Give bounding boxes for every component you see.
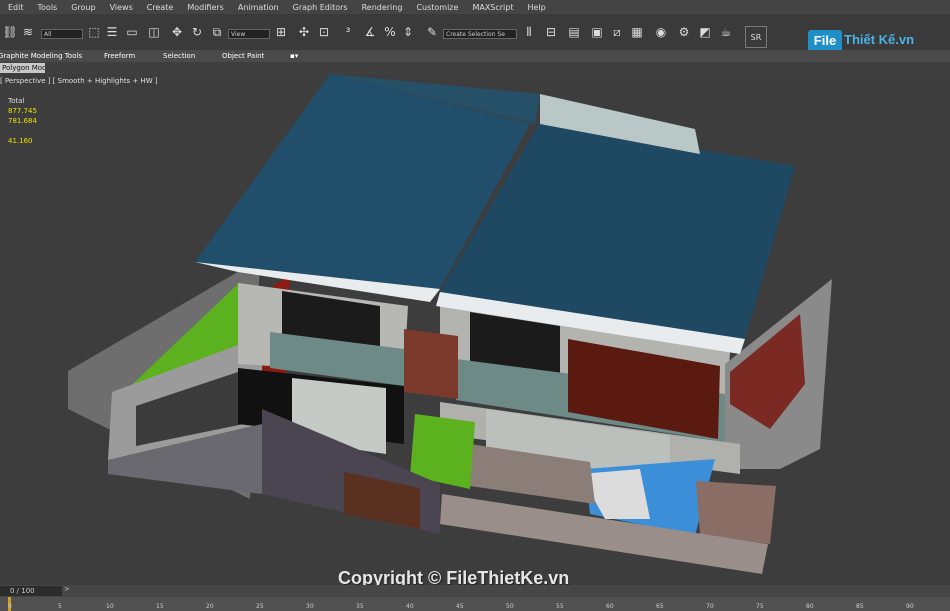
time-slider[interactable]: 0 / 100 > [0,585,950,597]
render-setup-icon[interactable]: ⚙ [676,24,692,40]
next-frame-arrow[interactable]: > [64,585,70,593]
time-slider-thumb[interactable]: 0 / 100 [0,586,62,596]
tab-graphite-modeling-tools[interactable]: Graphite Modeling Tools [0,52,82,60]
menu-customize[interactable]: Customize [416,3,458,12]
schematic-view-icon[interactable]: ▦ [629,24,645,40]
ribbon-options-icon[interactable]: ▪▾ [290,52,298,60]
ruler-tick: 45 [456,603,464,610]
select-object-icon[interactable]: ⬚ [86,24,102,40]
ruler-tick: 50 [506,603,514,610]
menu-group[interactable]: Group [71,3,95,12]
pergola [404,329,458,399]
curve-editor-icon[interactable]: ⧄ [609,24,625,40]
window-crossing-icon[interactable]: ◫ [146,24,162,40]
render-teapot-icon[interactable]: ☕ [718,24,734,40]
menu-graph-editors[interactable]: Graph Editors [293,3,348,12]
ruler-tick: 10 [106,603,114,610]
tab-freeform[interactable]: Freeform [104,52,135,60]
angle-snap-icon[interactable]: ∡ [362,24,378,40]
ruler-tick: 55 [556,603,564,610]
ruler-tick: 40 [406,603,414,610]
bind-spacewarp-icon[interactable]: ≋ [20,24,36,40]
statistics-overlay: Total 877.745 781.684 41.160 [8,96,37,146]
logo-text: Thiết Kế.vn [844,32,915,47]
menu-help[interactable]: Help [528,3,546,12]
ruler-tick: 15 [156,603,164,610]
link-icon[interactable]: ⛓ [2,24,18,40]
menu-modifiers[interactable]: Modifiers [187,3,224,12]
ruler-tick: 85 [856,603,864,610]
select-by-name-icon[interactable]: ☰ [104,24,120,40]
rectangular-selection-icon[interactable]: ▭ [124,24,140,40]
select-manipulate-icon[interactable]: ✣ [296,24,312,40]
rendered-frame-icon[interactable]: ◩ [697,24,713,40]
menu-create[interactable]: Create [147,3,174,12]
menu-maxscript[interactable]: MAXScript [472,3,513,12]
ruler-tick: 30 [306,603,314,610]
viewport-label[interactable]: [ Perspective ] [ Smooth + Highlights + … [0,77,158,85]
menu-bar: Edit Tools Group Views Create Modifiers … [0,0,950,14]
tab-selection[interactable]: Selection [163,52,195,60]
menu-animation[interactable]: Animation [238,3,279,12]
ruler-tick: 0 [8,603,12,610]
track-bar[interactable]: 0 5 10 15 20 25 30 35 40 45 50 55 60 65 … [0,597,950,611]
ruler-tick: 5 [58,603,62,610]
ruler-tick: 70 [706,603,714,610]
reference-coordinate-dropdown[interactable]: View [228,29,270,39]
menu-tools[interactable]: Tools [38,3,58,12]
layer-manager-icon[interactable]: ▤ [566,24,582,40]
copyright-watermark: Copyright © FileThietKe.vn [338,568,570,585]
spinner-snap-icon[interactable]: ⇕ [400,24,416,40]
ruler-tick: 90 [906,603,914,610]
ribbon-tabs: Graphite Modeling Tools Freeform Selecti… [0,50,950,62]
snaps-toggle-icon[interactable]: ³ [340,24,356,40]
keyboard-shortcut-icon[interactable]: ⊡ [316,24,332,40]
material-editor-icon[interactable]: ◉ [653,24,669,40]
rotate-icon[interactable]: ↻ [189,24,205,40]
ruler-tick: 75 [756,603,764,610]
menu-edit[interactable]: Edit [8,3,24,12]
panel-polygon-modeling[interactable]: Polygon Modeling [0,63,45,73]
ribbon-panel: Polygon Modeling [0,62,950,74]
move-icon[interactable]: ✥ [169,24,185,40]
perspective-viewport[interactable]: [ Perspective ] [ Smooth + Highlights + … [0,74,950,585]
scale-icon[interactable]: ⧉ [209,24,225,40]
tab-object-paint[interactable]: Object Paint [222,52,264,60]
house-scene [68,74,832,574]
stat-total-label: Total [8,97,25,105]
stat-polys: 877.745 [8,107,37,115]
ruler-tick: 20 [206,603,214,610]
align-icon[interactable]: ⊟ [543,24,559,40]
ruler-tick: 80 [806,603,814,610]
edit-named-selection-icon[interactable]: ✎ [424,24,440,40]
ruler-tick: 65 [656,603,664,610]
ruler-tick: 25 [256,603,264,610]
stat-fps: 41.160 [8,137,33,145]
main-toolbar: ⛓ ≋ All ⬚ ☰ ▭ ◫ ✥ ↻ ⧉ View ⊞ ✣ ⊡ ³ ∡ % ⇕… [0,14,950,52]
pivot-center-icon[interactable]: ⊞ [273,24,289,40]
named-selection-dropdown[interactable]: Create Selection Se [443,29,517,39]
ruler-tick: 35 [356,603,364,610]
sr-button[interactable]: SR [745,26,767,48]
side-terrace [696,481,776,544]
ruler-tick: 60 [606,603,614,610]
menu-rendering[interactable]: Rendering [362,3,403,12]
mirror-icon[interactable]: ⫴ [521,24,537,40]
percent-snap-icon[interactable]: % [382,24,398,40]
logo-file-badge: File [808,30,842,52]
graphite-toggle-icon[interactable]: ▣ [589,24,605,40]
selection-filter-dropdown[interactable]: All [41,29,83,39]
stat-verts: 781.684 [8,117,37,125]
menu-views[interactable]: Views [110,3,133,12]
